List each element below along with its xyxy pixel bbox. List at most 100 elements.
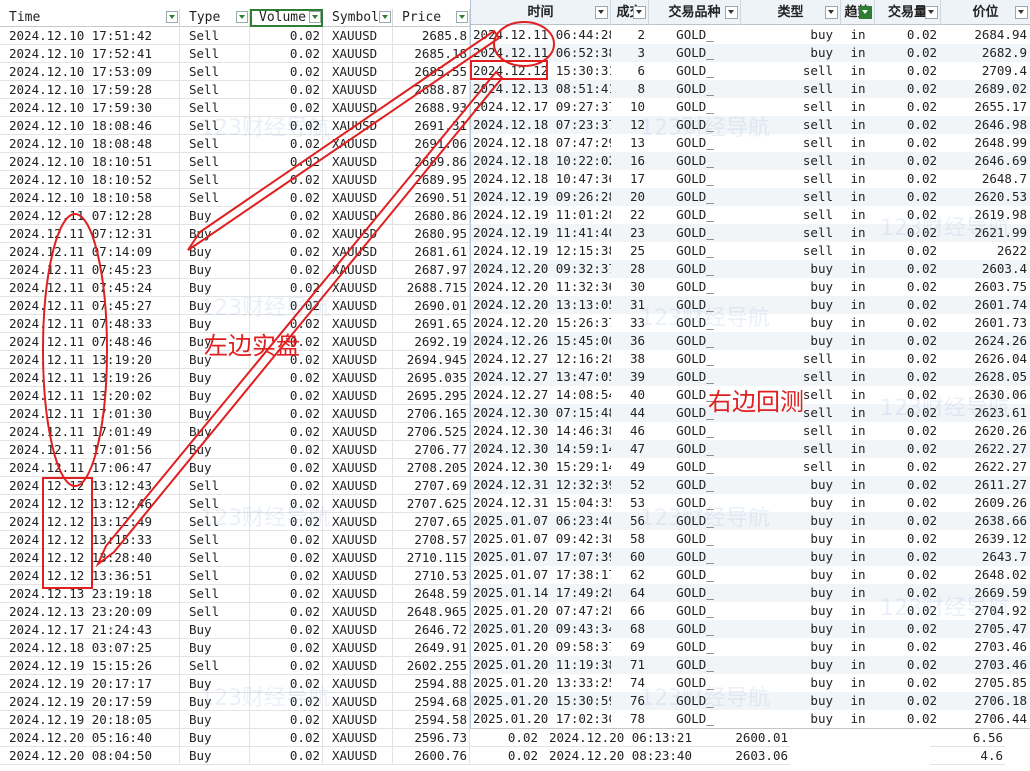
- backtest-cell-direction[interactable]: in: [841, 206, 875, 224]
- backtest-col-header-3[interactable]: 类型: [741, 0, 841, 25]
- left-cell-type[interactable]: Buy: [180, 225, 250, 243]
- left-table-row[interactable]: 2024.12.10 18:10:51 Sell 0.02 XAUUSD 2689.86: [0, 153, 470, 171]
- left-cell-time[interactable]: 2024.12.11 17:01:56: [0, 441, 180, 459]
- backtest-cell-symbol[interactable]: GOLD_: [649, 422, 741, 440]
- left-cell-time[interactable]: 2024.12.10 18:08:46: [0, 117, 180, 135]
- left-cell-volume[interactable]: 0.02: [250, 207, 323, 225]
- left-cell-symbol[interactable]: XAUUSD: [323, 297, 393, 315]
- backtest-cell-direction[interactable]: in: [841, 584, 875, 602]
- left-cell-volume[interactable]: 0.02: [250, 747, 323, 765]
- backtest-cell-price[interactable]: 2622: [941, 242, 1030, 260]
- left-cell-type[interactable]: Sell: [180, 585, 250, 603]
- left-cell-symbol[interactable]: XAUUSD: [323, 189, 393, 207]
- left-cell-symbol[interactable]: XAUUSD: [323, 225, 393, 243]
- left-cell-time[interactable]: 2024.12.12 13:12:43: [0, 477, 180, 495]
- left-cell-time[interactable]: 2024.12.10 18:10:52: [0, 171, 180, 189]
- left-cell-volume[interactable]: 0.02: [250, 27, 323, 45]
- backtest-cell-symbol[interactable]: GOLD_: [649, 278, 741, 296]
- backtest-cell-direction[interactable]: in: [841, 332, 875, 350]
- left-cell-price[interactable]: 2648.965: [393, 603, 470, 621]
- left-cell-price[interactable]: 2694.945: [393, 351, 470, 369]
- left-table-row[interactable]: 2024.12.11 17:06:47 Buy 0.02 XAUUSD 2708.205: [0, 459, 470, 477]
- backtest-cell-deal[interactable]: 47: [611, 440, 649, 458]
- backtest-cell-price[interactable]: 2669.59: [941, 584, 1030, 602]
- backtest-cell-price[interactable]: 2646.69: [941, 152, 1030, 170]
- backtest-cell-volume[interactable]: 0.02: [875, 170, 941, 188]
- left-cell-time[interactable]: 2024.12.11 07:45:23: [0, 261, 180, 279]
- backtest-cell-time[interactable]: 2024.12.30 14:59:14: [473, 440, 611, 458]
- backtest-cell-type[interactable]: buy: [741, 638, 837, 656]
- backtest-cell-direction[interactable]: in: [841, 134, 875, 152]
- left-cell-volume[interactable]: 0.02: [250, 531, 323, 549]
- left-cell-time[interactable]: 2024.12.11 07:14:09: [0, 243, 180, 261]
- left-cell-time[interactable]: 2024.12.11 07:45:24: [0, 279, 180, 297]
- left-cell-type[interactable]: Buy: [180, 441, 250, 459]
- left-cell-type[interactable]: Sell: [180, 171, 250, 189]
- backtest-cell-price[interactable]: 2703.46: [941, 656, 1030, 674]
- left-cell-volume[interactable]: 0.02: [250, 603, 323, 621]
- backtest-cell-deal[interactable]: 46: [611, 422, 649, 440]
- backtest-cell-volume[interactable]: 0.02: [875, 152, 941, 170]
- backtest-cell-time[interactable]: 2024.12.18 10:47:36: [473, 170, 611, 188]
- left-cell-price[interactable]: 2602.255: [393, 657, 470, 675]
- backtest-table-row[interactable]: 2024.12.27 12:16:28 38 GOLD_ sell in 0.02 2626…: [471, 350, 1030, 368]
- left-table-row[interactable]: 2024.12.10 17:53:09 Sell 0.02 XAUUSD 2685.55: [0, 63, 470, 81]
- backtest-cell-time[interactable]: 2024.12.13 08:51:41: [473, 80, 611, 98]
- backtest-cell-price[interactable]: 2646.98: [941, 116, 1030, 134]
- left-cell-symbol[interactable]: XAUUSD: [323, 63, 393, 81]
- backtest-cell-volume[interactable]: 0.02: [875, 188, 941, 206]
- left-cell-type[interactable]: Buy: [180, 621, 250, 639]
- backtest-cell-time[interactable]: 2024.12.20 15:26:37: [473, 314, 611, 332]
- left-cell-type[interactable]: Sell: [180, 603, 250, 621]
- backtest-cell-symbol[interactable]: GOLD_: [649, 584, 741, 602]
- backtest-cell-symbol[interactable]: GOLD_: [649, 44, 741, 62]
- left-cell-time[interactable]: 2024.12.11 07:12:28: [0, 207, 180, 225]
- filter-dropdown-icon[interactable]: [725, 6, 738, 19]
- backtest-cell-direction[interactable]: in: [841, 494, 875, 512]
- left-cell-time[interactable]: 2024.12.10 17:59:28: [0, 81, 180, 99]
- backtest-cell-deal[interactable]: 8: [611, 80, 649, 98]
- left-cell-type[interactable]: Sell: [180, 189, 250, 207]
- backtest-cell-deal[interactable]: 33: [611, 314, 649, 332]
- backtest-cell-volume[interactable]: 0.02: [875, 674, 941, 692]
- backtest-col-header-6[interactable]: 价位: [941, 0, 1030, 25]
- backtest-cell-deal[interactable]: 13: [611, 134, 649, 152]
- filter-dropdown-icon[interactable]: [379, 11, 391, 23]
- extra-cell-price[interactable]: 2600.01: [715, 729, 790, 747]
- backtest-cell-direction[interactable]: in: [841, 530, 875, 548]
- backtest-cell-symbol[interactable]: GOLD_: [649, 260, 741, 278]
- backtest-cell-type[interactable]: buy: [741, 332, 837, 350]
- backtest-cell-direction[interactable]: in: [841, 422, 875, 440]
- left-cell-symbol[interactable]: XAUUSD: [323, 711, 393, 729]
- left-cell-price[interactable]: 2706.165: [393, 405, 470, 423]
- backtest-cell-type[interactable]: buy: [741, 260, 837, 278]
- left-cell-price[interactable]: 2681.61: [393, 243, 470, 261]
- left-cell-type[interactable]: Buy: [180, 405, 250, 423]
- backtest-cell-deal[interactable]: 22: [611, 206, 649, 224]
- backtest-cell-deal[interactable]: 56: [611, 512, 649, 530]
- backtest-cell-symbol[interactable]: GOLD_: [649, 26, 741, 44]
- backtest-cell-price[interactable]: 2638.66: [941, 512, 1030, 530]
- filter-dropdown-icon[interactable]: [236, 11, 248, 23]
- left-cell-type[interactable]: Buy: [180, 423, 250, 441]
- backtest-cell-direction[interactable]: in: [841, 188, 875, 206]
- left-cell-volume[interactable]: 0.02: [250, 405, 323, 423]
- backtest-table-row[interactable]: 2024.12.18 07:47:29 13 GOLD_ sell in 0.02 2648…: [471, 134, 1030, 152]
- left-cell-price[interactable]: 2691.06: [393, 135, 470, 153]
- left-cell-price[interactable]: 2685.55: [393, 63, 470, 81]
- backtest-cell-type[interactable]: sell: [741, 422, 837, 440]
- backtest-cell-time[interactable]: 2024.12.31 15:04:35: [473, 494, 611, 512]
- left-table-row[interactable]: 2024.12.12 13:12:43 Sell 0.02 XAUUSD 2707.69: [0, 477, 470, 495]
- left-cell-price[interactable]: 2690.01: [393, 297, 470, 315]
- left-table-row[interactable]: 2024.12.19 20:18:05 Buy 0.02 XAUUSD 2594.58: [0, 711, 470, 729]
- backtest-cell-symbol[interactable]: GOLD_: [649, 656, 741, 674]
- backtest-cell-symbol[interactable]: GOLD_: [649, 440, 741, 458]
- backtest-cell-price[interactable]: 2648.02: [941, 566, 1030, 584]
- backtest-table-row[interactable]: 2025.01.20 15:30:59 76 GOLD_ buy in 0.02 2706.…: [471, 692, 1030, 710]
- backtest-cell-symbol[interactable]: GOLD_: [649, 152, 741, 170]
- filter-dropdown-icon[interactable]: [595, 6, 608, 19]
- backtest-cell-direction[interactable]: in: [841, 350, 875, 368]
- left-cell-time[interactable]: 2024.12.11 13:19:20: [0, 351, 180, 369]
- left-cell-type[interactable]: Sell: [180, 657, 250, 675]
- left-cell-time[interactable]: 2024.12.10 18:08:48: [0, 135, 180, 153]
